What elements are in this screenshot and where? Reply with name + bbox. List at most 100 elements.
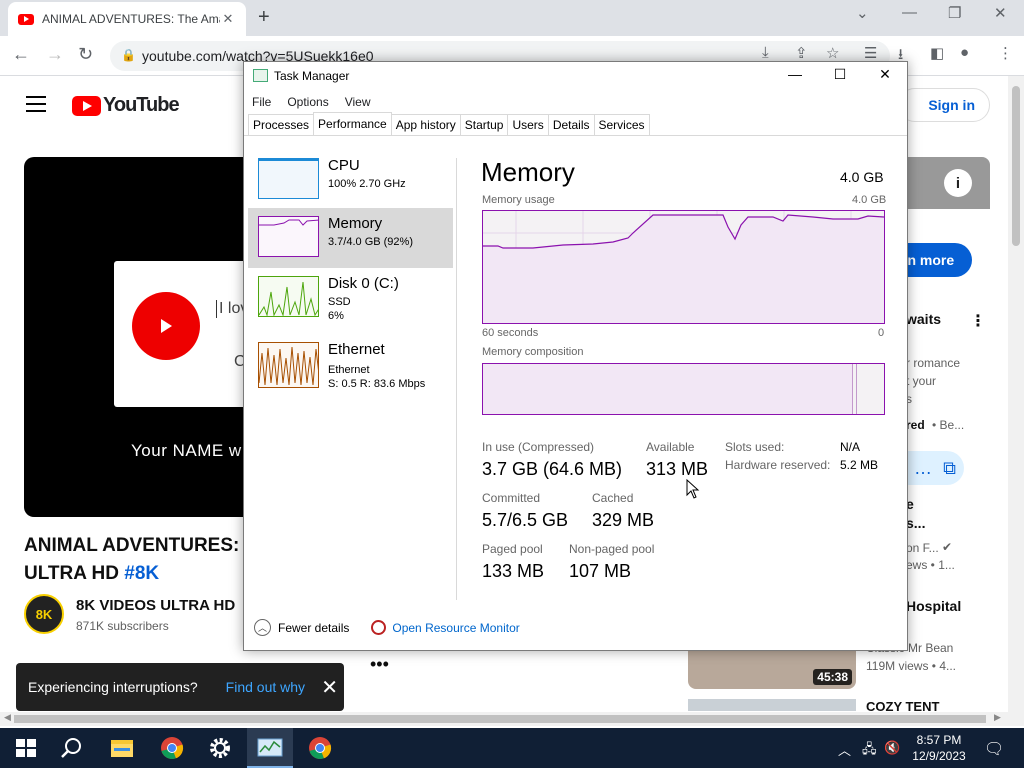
memory-usage-max: 4.0 GB xyxy=(852,194,887,206)
in-use-value: 3.7 GB (64.6 MB) xyxy=(482,459,623,479)
lock-icon[interactable]: 🔒 xyxy=(121,48,136,62)
non-paged-pool-value: 107 MB xyxy=(569,561,632,581)
tray-chevron-up-icon[interactable]: ︿ xyxy=(838,740,851,759)
browser-tab-bar: ANIMAL ADVENTURES: The Amazing ✕ + ⌄ — ❐… xyxy=(0,0,1024,36)
tm-minimize-icon[interactable]: — xyxy=(780,66,810,82)
scroll-right-icon[interactable]: ▶ xyxy=(994,712,1001,723)
back-icon[interactable]: ← xyxy=(12,44,30,65)
chevron-up-icon[interactable]: ︿ xyxy=(254,619,271,636)
scroll-left-icon[interactable]: ◀ xyxy=(4,712,11,723)
minimize-icon[interactable]: — xyxy=(902,4,917,21)
cached-label: Cached xyxy=(592,491,634,505)
reading-list-icon[interactable]: ☰ xyxy=(864,44,877,62)
video-menu-icon[interactable]: ⋮ xyxy=(970,311,986,331)
menu-view[interactable]: View xyxy=(337,92,379,112)
fewer-details-button[interactable]: Fewer details xyxy=(278,621,349,635)
tab-title: ANIMAL ADVENTURES: The Amazing xyxy=(42,12,220,26)
sign-in-button[interactable]: Sign in xyxy=(898,88,990,122)
youtube-favicon-icon xyxy=(18,13,34,25)
tm-close-icon[interactable]: ✕ xyxy=(870,66,900,83)
restore-icon[interactable]: ❐ xyxy=(948,4,961,22)
share-icon[interactable]: ⇪ xyxy=(795,44,808,62)
menu-file[interactable]: File xyxy=(244,92,279,112)
tm-menubar: File Options View xyxy=(244,92,379,112)
forward-icon[interactable]: → xyxy=(46,44,64,65)
close-tab-icon[interactable]: ✕ xyxy=(220,11,236,27)
chrome-icon[interactable] xyxy=(160,736,184,760)
task-manager-taskbar-button[interactable] xyxy=(247,728,293,768)
side-panel-icon[interactable]: ◧ xyxy=(930,44,944,62)
close-window-icon[interactable]: ✕ xyxy=(994,4,1007,22)
learn-more-button[interactable]: rn more xyxy=(900,243,972,277)
chrome-menu-icon[interactable]: ⋮ xyxy=(998,44,1013,62)
tm-footer: ︿ Fewer details Open Resource Monitor xyxy=(254,619,520,636)
search-icon[interactable] xyxy=(60,736,84,760)
chrome-profile-taskbar-icon[interactable] xyxy=(308,736,332,760)
ad-thumbnail[interactable]: i xyxy=(906,157,990,209)
resource-monitor-icon[interactable] xyxy=(371,620,387,635)
bookmark-star-icon[interactable]: ☆ xyxy=(826,44,839,62)
profile-icon[interactable]: ● xyxy=(960,44,969,61)
tab-details[interactable]: Details xyxy=(547,114,595,136)
tab-performance[interactable]: Performance xyxy=(313,112,392,135)
cached-value: 329 MB xyxy=(592,510,655,530)
hashtag-link[interactable]: #8K xyxy=(124,563,159,584)
notifications-icon[interactable]: 🗨 xyxy=(984,739,1004,759)
windows-start-icon[interactable] xyxy=(14,736,38,760)
reload-icon[interactable]: ↻ xyxy=(78,44,93,65)
time-axis-zero: 0 xyxy=(878,327,885,339)
menu-options[interactable]: Options xyxy=(279,92,336,112)
page-vertical-scrollbar[interactable] xyxy=(1008,76,1024,712)
settings-gear-icon[interactable] xyxy=(208,736,232,760)
memory-usage-label: Memory usage xyxy=(482,194,555,206)
resource-ethernet[interactable]: Ethernet Ethernet S: 0.5 R: 83.6 Mbps xyxy=(248,334,453,394)
tab-services[interactable]: Services xyxy=(593,114,650,136)
task-manager-icon xyxy=(253,69,268,82)
resource-memory[interactable]: Memory 3.7/4.0 GB (92%) xyxy=(248,208,453,268)
panel-divider xyxy=(456,158,457,600)
page-horizontal-scrollbar[interactable]: ◀ ▶ xyxy=(0,712,1024,726)
memory-heading: Memory xyxy=(481,157,575,187)
open-resource-monitor-link[interactable]: Open Resource Monitor xyxy=(392,621,519,635)
slots-used-value: N/A xyxy=(840,440,861,454)
hardware-reserved-value: 5.2 MB xyxy=(840,458,879,472)
video-title: ANIMAL ADVENTURES: T ULTRA HD #8K xyxy=(24,535,257,584)
cozy-tent-thumbnail[interactable] xyxy=(688,699,856,711)
install-icon[interactable]: ⤓ xyxy=(762,44,769,61)
new-tab-icon[interactable]: + xyxy=(258,6,270,29)
youtube-logo[interactable]: YouTube xyxy=(72,94,180,117)
mr-bean-thumbnail[interactable]: 45:38 xyxy=(688,651,856,689)
tab-divider xyxy=(244,135,907,136)
composition-in-use xyxy=(483,364,853,414)
tab-processes[interactable]: Processes xyxy=(248,114,315,136)
interruption-toast: Experiencing interruptions? Find out why… xyxy=(16,663,344,711)
youtube-play-icon xyxy=(72,95,101,116)
resource-cpu[interactable]: CPU 100% 2.70 GHz xyxy=(248,150,453,210)
youtube-menu-icon[interactable] xyxy=(26,96,46,112)
cpu-mini-graph xyxy=(258,158,319,199)
tab-users[interactable]: Users xyxy=(507,114,549,136)
channel-avatar[interactable]: 8K xyxy=(24,594,64,634)
resource-disk[interactable]: Disk 0 (C:) SSD 6% xyxy=(248,268,453,328)
channel-name[interactable]: 8K VIDEOS ULTRA HD xyxy=(76,597,235,614)
volume-muted-icon[interactable]: 🔇 xyxy=(884,740,900,756)
browser-tab[interactable]: ANIMAL ADVENTURES: The Amazing ✕ xyxy=(8,2,246,36)
tab-app-history[interactable]: App history xyxy=(390,114,461,136)
task-manager-titlebar[interactable]: Task Manager — ☐ ✕ xyxy=(244,62,907,90)
system-clock[interactable]: 8:57 PM 12/9/2023 xyxy=(908,732,970,764)
file-explorer-icon[interactable] xyxy=(110,736,134,760)
more-actions-icon[interactable]: ••• xyxy=(370,654,389,675)
ad-visit-button[interactable]: … ⧉ xyxy=(906,451,964,485)
find-out-why-link[interactable]: Find out why xyxy=(226,679,305,695)
tab-search-chevron-icon[interactable]: ⌄ xyxy=(856,4,869,22)
toast-close-icon[interactable]: ✕ xyxy=(321,675,338,700)
tm-maximize-icon[interactable]: ☐ xyxy=(825,66,855,83)
verified-icon: ✔ xyxy=(942,540,953,554)
video-play-icon xyxy=(132,292,200,360)
network-icon[interactable]: 🖧 xyxy=(862,740,877,762)
info-icon[interactable]: i xyxy=(944,169,972,197)
task-manager-window: Task Manager — ☐ ✕ File Options View Pro… xyxy=(243,61,908,651)
video-duration: 45:38 xyxy=(813,669,852,685)
tab-startup[interactable]: Startup xyxy=(459,114,509,136)
memory-usage-graph xyxy=(482,210,885,324)
